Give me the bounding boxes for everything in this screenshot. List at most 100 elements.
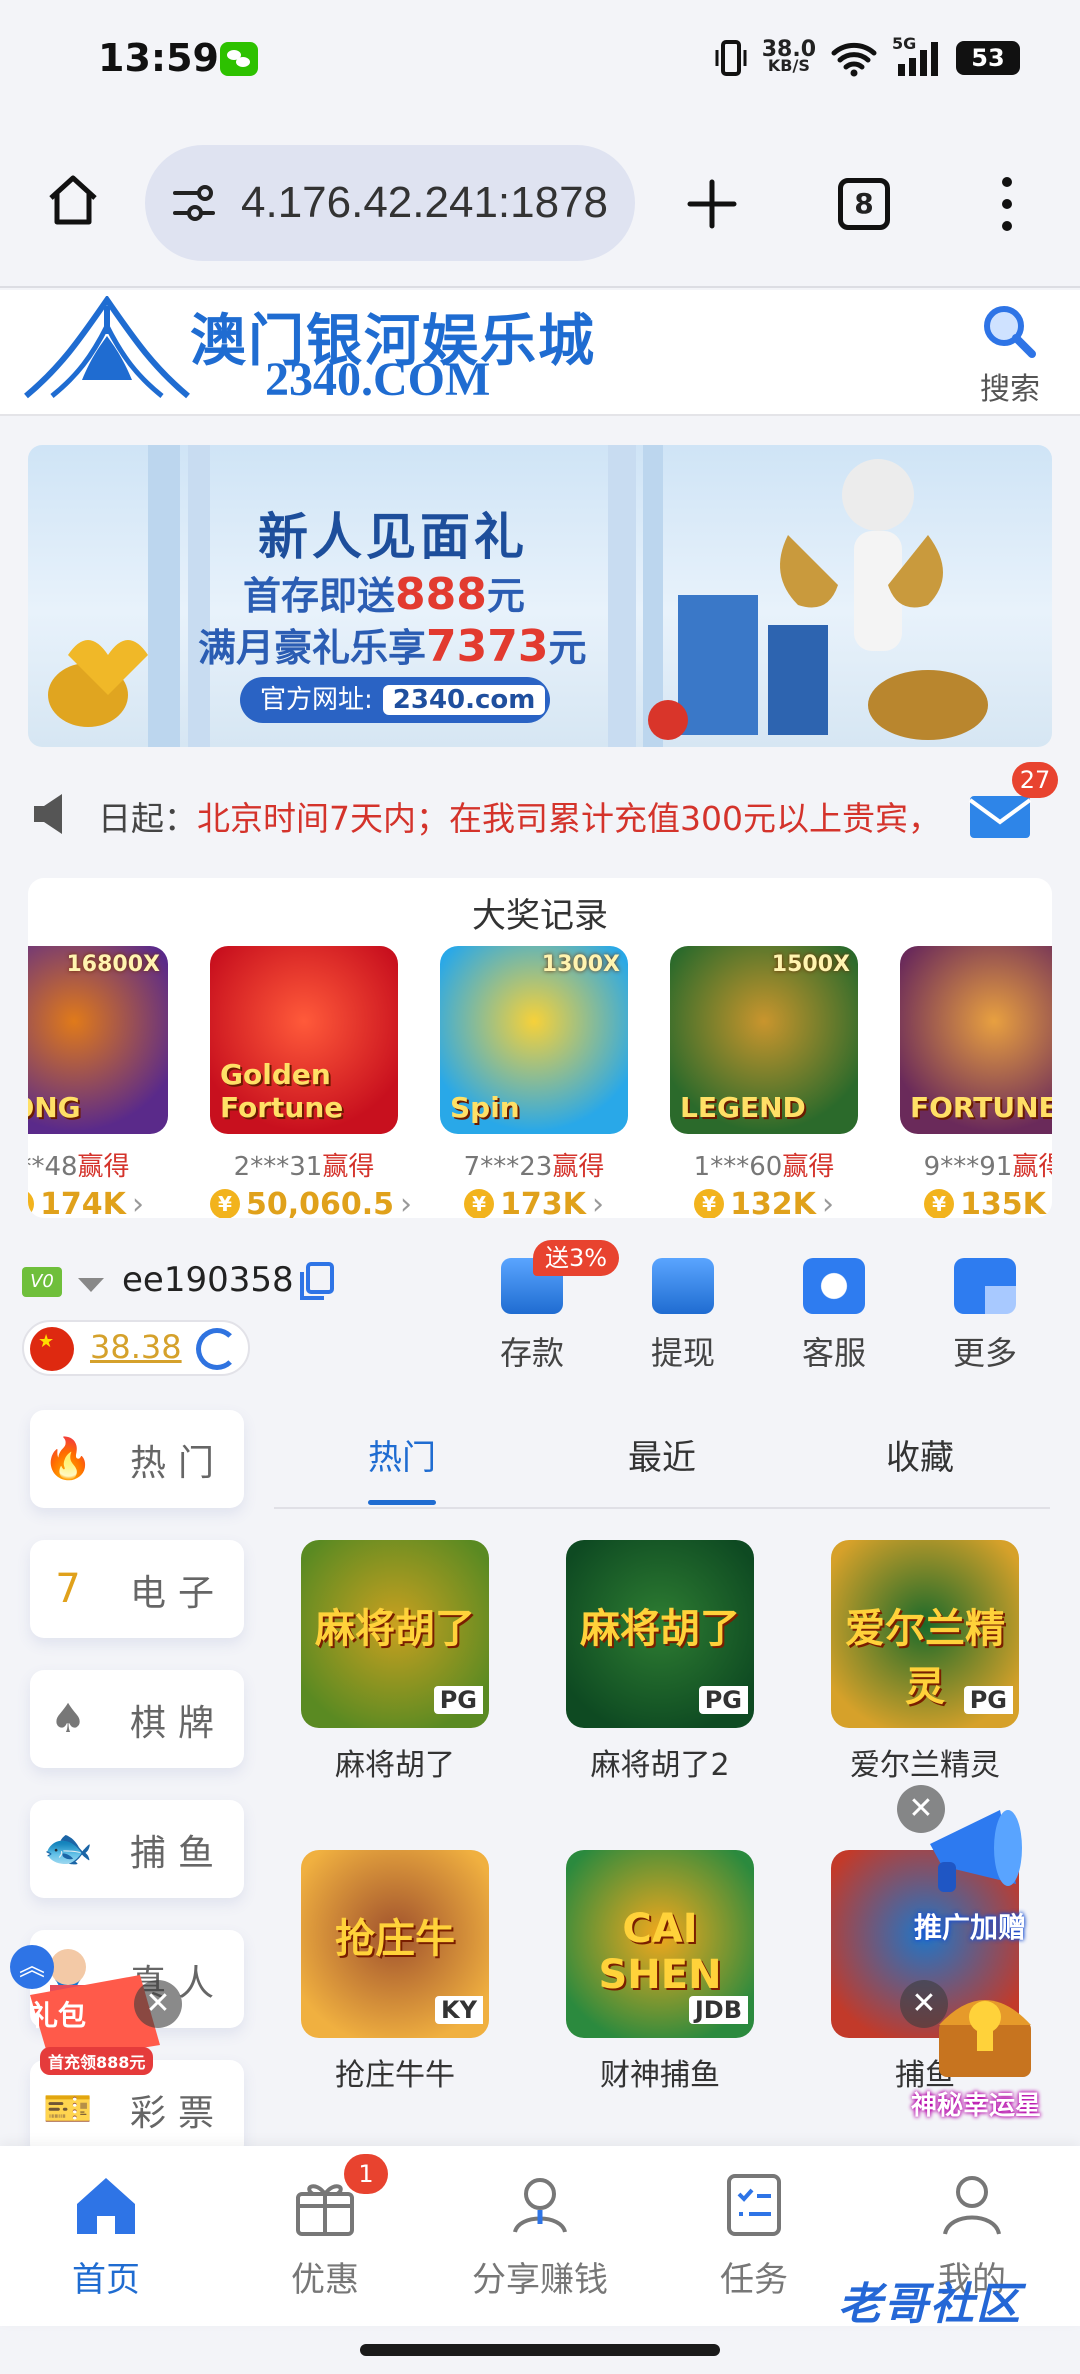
logo-subtitle: 2340.COM: [265, 353, 491, 406]
game-card[interactable]: 抢庄牛 KY 抢庄牛牛: [301, 1850, 489, 2094]
home-indicator[interactable]: [360, 2344, 720, 2356]
win-amount: 135K: [960, 1187, 1046, 1218]
nav-label: 任务: [720, 2260, 788, 2300]
banner-line-deposit: 首存即送888元: [243, 569, 525, 620]
game-thumbnail[interactable]: FORTUNE: [900, 946, 1052, 1134]
nav-item-3[interactable]: 任务: [674, 2172, 834, 2301]
mail-icon[interactable]: [968, 792, 1032, 842]
game-thumbnail[interactable]: 抢庄牛 KY: [301, 1850, 489, 2038]
coin-icon: ¥: [694, 1189, 725, 1218]
jackpot-card[interactable]: 1500X LEGEND 1***60赢得 ¥132K ›: [670, 946, 858, 1218]
jackpot-card[interactable]: FORTUNE 9***91赢得 ¥135K›: [900, 946, 1052, 1218]
quick-action-label: 客服: [801, 1334, 866, 1372]
category-1[interactable]: 7 电子: [30, 1540, 244, 1638]
share-icon: [505, 2172, 575, 2238]
win-label: 赢得: [552, 1152, 605, 1182]
quick-action-label: 提现: [650, 1334, 715, 1372]
category-3[interactable]: 🐟 捕鱼: [30, 1800, 244, 1898]
address-bar[interactable]: 4.176.42.241:1878: [145, 145, 635, 261]
home-icon[interactable]: [45, 172, 101, 228]
win-amount-row: ¥135K›: [900, 1187, 1052, 1218]
quick-action-1[interactable]: 提现: [628, 1258, 738, 1374]
close-icon[interactable]: ✕: [897, 1785, 945, 1833]
game-card[interactable]: CAI SHEN JDB 财神捕鱼: [566, 1850, 754, 2094]
game-name: 抢庄牛牛: [335, 2058, 455, 2093]
svg-text:礼包: 礼包: [30, 1999, 86, 2032]
winner-user: 9***91: [923, 1152, 1013, 1182]
fire-icon: 🔥: [43, 1436, 93, 1482]
tabs-icon[interactable]: 8: [838, 178, 890, 230]
game-thumbnail[interactable]: Golden Fortune: [210, 946, 398, 1134]
win-amount-row: ¥173K ›: [440, 1187, 628, 1218]
site-settings-icon[interactable]: [171, 181, 217, 225]
close-icon[interactable]: ✕: [134, 1980, 182, 2028]
game-art-text: 麻将胡了: [315, 1606, 475, 1652]
quick-action-2[interactable]: 客服: [779, 1258, 889, 1374]
chevron-down-icon[interactable]: [76, 1276, 106, 1294]
promo-banner[interactable]: 新人见面礼 首存即送888元 满月豪礼乐享7373元 官方网址: 2340.com: [28, 445, 1052, 747]
jackpot-records: 大奖记录 16800XKONG**48赢得¥174K›Golden Fortun…: [28, 878, 1052, 1218]
game-thumbnail[interactable]: 麻将胡了 PG: [566, 1540, 754, 1728]
jackpot-card[interactable]: 16800X KONG **48赢得 ¥174K›: [28, 946, 168, 1218]
category-0[interactable]: 🔥 热门: [30, 1410, 244, 1508]
provider-badge: PG: [698, 1686, 748, 1714]
china-flag-icon: [30, 1327, 74, 1371]
winner-label: 9***91赢得: [900, 1146, 1052, 1183]
winner-label: **48赢得: [28, 1146, 168, 1183]
game-name: 麻将胡了: [335, 1748, 455, 1783]
refresh-icon[interactable]: [196, 1328, 238, 1370]
winner-user: 2***31: [233, 1152, 323, 1182]
game-thumbnail[interactable]: 1500X LEGEND: [670, 946, 858, 1134]
home-icon: [71, 2172, 141, 2238]
game-art-text: Spin: [450, 1091, 520, 1124]
game-card[interactable]: 麻将胡了 PG 麻将胡了: [301, 1540, 489, 1784]
game-card[interactable]: 爱尔兰精灵 PG 爱尔兰精灵: [831, 1540, 1019, 1784]
site-header: 澳门银河娱乐城 2340.COM 搜索: [0, 290, 1080, 416]
wifi-icon: [831, 42, 877, 77]
game-tab-2[interactable]: 收藏: [886, 1430, 954, 1479]
copy-icon[interactable]: [298, 1262, 334, 1302]
nav-item-1[interactable]: 优惠: [245, 2172, 405, 2301]
quick-action-label: 存款: [499, 1334, 564, 1372]
new-tab-icon[interactable]: [686, 178, 738, 230]
user-panel: V0 ee190358 38.38 存款 提现 客服 更多 送3%: [0, 1240, 1080, 1390]
game-thumbnail[interactable]: 爱尔兰精灵 PG: [831, 1540, 1019, 1728]
game-thumbnail[interactable]: 1300X Spin: [440, 946, 628, 1134]
jackpot-card[interactable]: Golden Fortune 2***31赢得 ¥50,060.5 ›: [210, 946, 412, 1218]
promo-bonus-label: 推广加赠: [914, 1911, 1027, 1944]
coin-icon: ¥: [210, 1189, 240, 1218]
win-amount: 174K: [40, 1187, 126, 1218]
category-label: 热门: [130, 1443, 227, 1484]
game-tab-0[interactable]: 热门: [368, 1430, 436, 1479]
task-icon: [719, 2172, 789, 2238]
status-time: 13:59: [98, 36, 219, 80]
winner-user: 1***60: [693, 1152, 783, 1182]
close-icon[interactable]: ✕: [900, 1980, 948, 2028]
slot-777-icon: 7: [55, 1566, 81, 1612]
game-thumbnail[interactable]: 麻将胡了 PG: [301, 1540, 489, 1728]
menu-icon[interactable]: [997, 174, 1017, 234]
game-art-text: Golden Fortune: [220, 1058, 344, 1124]
game-thumbnail[interactable]: CAI SHEN JDB: [566, 1850, 754, 2038]
game-card[interactable]: 麻将胡了 PG 麻将胡了2: [566, 1540, 754, 1784]
game-thumbnail[interactable]: 16800X KONG: [28, 946, 168, 1134]
deposit-bonus-badge: 送3%: [533, 1240, 620, 1276]
jackpot-card[interactable]: 1300X Spin 7***23赢得 ¥173K ›: [440, 946, 628, 1218]
profile-icon: [937, 2172, 1007, 2238]
quick-action-3[interactable]: 更多: [930, 1258, 1040, 1374]
notice-bar[interactable]: 日起：北京时间7天内；在我司累计充值300元以上贵宾，: [0, 770, 1080, 860]
nav-item-0[interactable]: 首页: [26, 2172, 186, 2301]
balance-box: 38.38: [22, 1320, 250, 1376]
winner-label: 1***60赢得: [670, 1146, 858, 1183]
category-2[interactable]: ♠ 棋牌: [30, 1670, 244, 1768]
search-label[interactable]: 搜索: [980, 364, 1040, 408]
nav-item-2[interactable]: 分享赚钱: [460, 2172, 620, 2301]
game-tab-1[interactable]: 最近: [628, 1430, 696, 1479]
multiplier-label: 1300X: [541, 952, 620, 977]
multiplier-label: 1500X: [771, 952, 850, 977]
watermark: 老哥社区: [838, 2279, 1022, 2330]
search-icon[interactable]: [978, 302, 1042, 362]
scroll-top-icon[interactable]: ︽: [10, 1945, 54, 1989]
balance-amount: 38.38: [90, 1328, 182, 1366]
cards-icon: ♠: [50, 1696, 86, 1742]
